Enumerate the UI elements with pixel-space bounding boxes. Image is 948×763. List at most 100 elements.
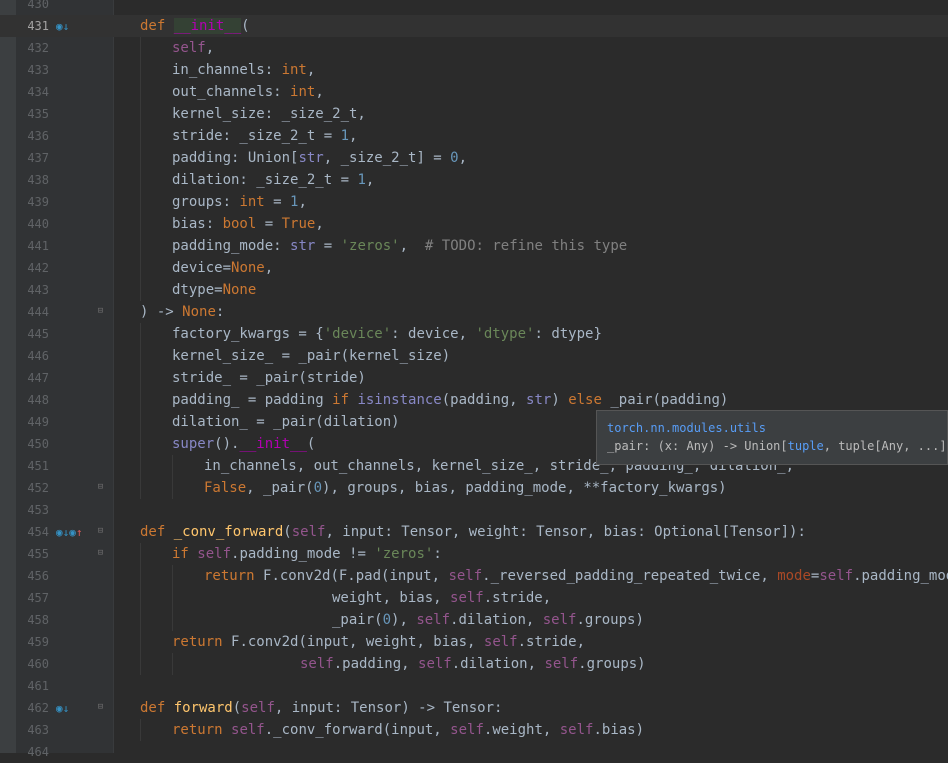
implements-icon[interactable]: ◉ — [69, 522, 76, 544]
line-number[interactable]: 463 — [16, 719, 49, 741]
line-number[interactable]: 448 — [16, 389, 49, 411]
code-text[interactable]: super().__init__( — [172, 433, 315, 455]
code-text[interactable]: device=None, — [172, 257, 273, 279]
line-number[interactable]: 431 — [16, 15, 49, 37]
code-text[interactable]: weight, bias, self.stride, — [332, 587, 551, 609]
line-number[interactable]: 430 — [16, 0, 49, 15]
overridden-down-icon[interactable]: ↓ — [63, 16, 70, 38]
line-number[interactable]: 458 — [16, 609, 49, 631]
gutter-markers[interactable]: ◉↓◉↑ — [56, 521, 83, 543]
gutter-markers[interactable]: ◉↓ — [56, 697, 69, 719]
line-number[interactable]: 460 — [16, 653, 49, 675]
code-text[interactable]: padding: Union[str, _size_2_t] = 0, — [172, 147, 467, 169]
line-number[interactable]: 444 — [16, 301, 49, 323]
line-number[interactable]: 456 — [16, 565, 49, 587]
code-text[interactable]: def forward(self, input: Tensor) -> Tens… — [140, 697, 502, 719]
overridden-down-icon[interactable]: ↓ — [63, 522, 70, 544]
code-line[interactable]: 438 dilation: _size_2_t = 1, — [0, 169, 948, 191]
line-number[interactable]: 451 — [16, 455, 49, 477]
overrides-up-icon[interactable]: ↑ — [76, 522, 83, 544]
line-number[interactable]: 434 — [16, 81, 49, 103]
line-number[interactable]: 439 — [16, 191, 49, 213]
code-line[interactable]: 457 weight, bias, self.stride, — [0, 587, 948, 609]
code-text[interactable]: _pair(0), self.dilation, self.groups) — [332, 609, 644, 631]
code-text[interactable]: return F.conv2d(input, weight, bias, sel… — [172, 631, 585, 653]
line-number[interactable]: 432 — [16, 37, 49, 59]
code-line[interactable]: 433 in_channels: int, — [0, 59, 948, 81]
line-number[interactable]: 461 — [16, 675, 49, 697]
line-number[interactable]: 442 — [16, 257, 49, 279]
code-text[interactable]: if self.padding_mode != 'zeros': — [172, 543, 442, 565]
line-number[interactable]: 445 — [16, 323, 49, 345]
line-number[interactable]: 433 — [16, 59, 49, 81]
code-line[interactable]: 459 return F.conv2d(input, weight, bias, … — [0, 631, 948, 653]
line-number[interactable]: 443 — [16, 279, 49, 301]
code-line[interactable]: 430 — [0, 0, 948, 15]
code-text[interactable]: padding_mode: str = 'zeros', # TODO: ref… — [172, 235, 627, 257]
line-number[interactable]: 459 — [16, 631, 49, 653]
line-number[interactable]: 436 — [16, 125, 49, 147]
code-line[interactable]: 442 device=None, — [0, 257, 948, 279]
line-number[interactable]: 454 — [16, 521, 49, 543]
code-text[interactable]: False, _pair(0), groups, bias, padding_m… — [204, 477, 727, 499]
code-line[interactable]: 460 self.padding, self.dilation, self.gro… — [0, 653, 948, 675]
code-line[interactable]: 456 return F.conv2d(F.pad(input, self._re… — [0, 565, 948, 587]
code-line[interactable]: 458 _pair(0), self.dilation, self.groups) — [0, 609, 948, 631]
code-line[interactable]: 464 — [0, 741, 948, 763]
code-line[interactable]: 445 factory_kwargs = {'device': device, '… — [0, 323, 948, 345]
code-text[interactable]: stride: _size_2_t = 1, — [172, 125, 357, 147]
line-number[interactable]: 437 — [16, 147, 49, 169]
code-text[interactable]: stride_ = _pair(stride) — [172, 367, 366, 389]
code-text[interactable]: dilation_ = _pair(dilation) — [172, 411, 400, 433]
line-number[interactable]: 440 — [16, 213, 49, 235]
implements-icon[interactable]: ◉ — [56, 522, 63, 544]
line-number[interactable]: 457 — [16, 587, 49, 609]
overridden-down-icon[interactable]: ↓ — [63, 698, 70, 720]
code-text[interactable]: return F.conv2d(F.pad(input, self._rever… — [204, 565, 948, 587]
signature-type-link[interactable]: tuple — [788, 439, 824, 453]
code-text[interactable]: dtype=None — [172, 279, 256, 301]
code-line[interactable]: 452 ⊟ False, _pair(0), groups, bias, paddi… — [0, 477, 948, 499]
tooltip-module[interactable]: torch.nn.modules.utils — [607, 421, 766, 435]
code-line[interactable]: 437 padding: Union[str, _size_2_t] = 0, — [0, 147, 948, 169]
line-number[interactable]: 438 — [16, 169, 49, 191]
code-line[interactable]: 441 padding_mode: str = 'zeros', # TODO: … — [0, 235, 948, 257]
code-line[interactable]: 454 ◉↓◉↑ ⊟ def _conv_forward(self, input: T… — [0, 521, 948, 543]
line-number[interactable]: 464 — [16, 741, 49, 763]
code-line[interactable]: 435 kernel_size: _size_2_t, — [0, 103, 948, 125]
code-text[interactable]: in_channels: int, — [172, 59, 315, 81]
code-text[interactable]: def _conv_forward(self, input: Tensor, w… — [140, 521, 806, 543]
code-line[interactable]: 448 padding_ = padding if isinstance(padd… — [0, 389, 948, 411]
line-number[interactable]: 450 — [16, 433, 49, 455]
code-line[interactable]: 463 return self._conv_forward(input, self… — [0, 719, 948, 741]
code-text[interactable]: kernel_size_ = _pair(kernel_size) — [172, 345, 450, 367]
code-line[interactable]: 455 ⊟ if self.padding_mode != 'zeros': — [0, 543, 948, 565]
fold-end-icon[interactable]: ⊟ — [96, 307, 105, 316]
code-line[interactable]: 439 groups: int = 1, — [0, 191, 948, 213]
code-line[interactable]: 443 dtype=None — [0, 279, 948, 301]
fold-start-icon[interactable]: ⊟ — [96, 527, 105, 536]
line-number[interactable]: 441 — [16, 235, 49, 257]
line-number[interactable]: 453 — [16, 499, 49, 521]
line-number[interactable]: 455 — [16, 543, 49, 565]
code-text[interactable]: ) -> None: — [140, 301, 224, 323]
line-number[interactable]: 435 — [16, 103, 49, 125]
code-text[interactable]: kernel_size: _size_2_t, — [172, 103, 366, 125]
code-text[interactable]: padding_ = padding if isinstance(padding… — [172, 389, 728, 411]
line-number[interactable]: 452 — [16, 477, 49, 499]
gutter-markers[interactable]: ◉↓ — [56, 15, 69, 37]
code-editor[interactable]: 430 431 ◉↓ def __init__(432 self, 433 in_chann… — [0, 0, 948, 759]
code-line[interactable]: 446 kernel_size_ = _pair(kernel_size) — [0, 345, 948, 367]
fold-end-icon[interactable]: ⊟ — [96, 483, 105, 492]
code-line[interactable]: 440 bias: bool = True, — [0, 213, 948, 235]
code-text[interactable]: def __init__( — [140, 15, 250, 37]
code-text[interactable]: out_channels: int, — [172, 81, 324, 103]
code-line[interactable]: 436 stride: _size_2_t = 1, — [0, 125, 948, 147]
code-text[interactable]: groups: int = 1, — [172, 191, 307, 213]
implements-icon[interactable]: ◉ — [56, 698, 63, 720]
code-line[interactable]: 444 ⊟ ) -> None: — [0, 301, 948, 323]
code-line[interactable]: 434 out_channels: int, — [0, 81, 948, 103]
code-line[interactable]: 453 — [0, 499, 948, 521]
code-text[interactable]: dilation: _size_2_t = 1, — [172, 169, 374, 191]
code-text[interactable]: return self._conv_forward(input, self.we… — [172, 719, 644, 741]
